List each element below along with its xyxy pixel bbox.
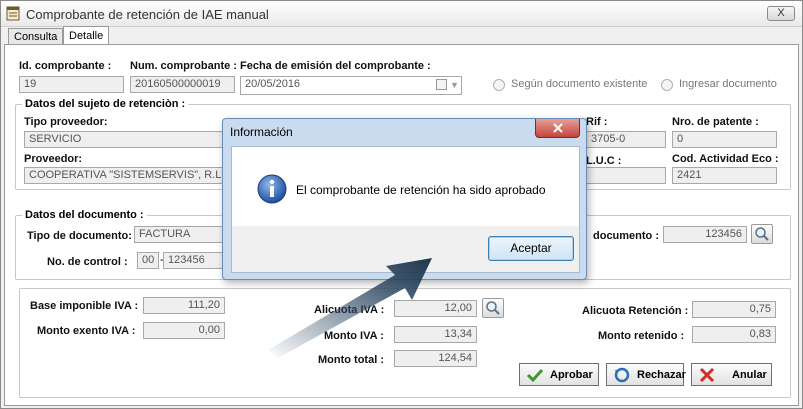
anular-button[interactable]: Anular [691,363,772,386]
alicuota-retencion-field[interactable]: 0,75 [692,301,776,318]
alicuota-field[interactable]: 12,00 [394,300,477,317]
dialog-body: El comprobante de retención ha sido apro… [231,146,580,226]
patente-label: Nro. de patente : [672,116,759,128]
control-prefix-field[interactable]: 00 [137,252,159,269]
form-icon [6,6,20,21]
total-field[interactable]: 124,54 [394,350,477,367]
radio-existente[interactable] [493,79,505,91]
check-icon [526,368,544,383]
rif-field[interactable]: 3705-0 [586,131,666,148]
proveedor-label: Proveedor: [24,153,83,165]
close-icon [699,367,715,383]
calendar-icon[interactable] [436,79,447,90]
base-label: Base imponible IVA : [30,300,139,312]
num-documento-field[interactable]: 123456 [663,226,747,243]
alicuota-retencion-label: Alicuota Retención : [582,305,689,317]
close-icon [553,123,563,133]
title-bar: Comprobante de retención de IAE manual X [1,1,802,27]
window-title: Comprobante de retención de IAE manual [26,7,269,22]
id-label: Id. comprobante : [19,60,112,72]
id-field[interactable]: 19 [19,76,124,93]
search-icon [486,301,500,315]
info-dialog: Información El comprobante de retención … [222,118,587,280]
proveedor-field[interactable]: COOPERATIVA "SISTEMSERVIS", R.L. [24,167,224,184]
num-documento-label: documento : [593,230,659,242]
monto-iva-field[interactable]: 13,34 [394,326,477,343]
radio-existente-label: Según documento existente [511,78,648,90]
luc-field[interactable] [586,167,666,184]
tipo-proveedor-field[interactable]: SERVICIO [24,131,224,148]
dialog-close-button[interactable] [535,119,580,138]
aceptar-button[interactable]: Aceptar [488,236,574,261]
dialog-message: El comprobante de retención ha sido apro… [296,183,546,197]
alicuota-label: Alicuota IVA : [314,304,385,316]
control-label: No. de control : [47,256,128,268]
cod-actividad-label: Cod. Actividad Eco : [672,153,779,165]
rechazar-button[interactable]: Rechazar [606,363,686,386]
tab-detalle[interactable]: Detalle [63,26,110,45]
search-alicuota-button[interactable] [482,298,504,318]
num-field[interactable]: 20160500000019 [130,76,235,93]
tipo-documento-label: Tipo de documento: [27,230,132,242]
total-label: Monto total : [318,354,384,366]
search-icon [755,227,769,241]
retenido-field[interactable]: 0,83 [692,326,776,343]
base-field[interactable]: 111,20 [143,297,225,314]
window-close-button[interactable]: X [767,6,795,21]
chevron-down-icon[interactable]: ▼ [450,80,459,90]
search-documento-button[interactable] [751,224,773,244]
documento-title: Datos del documento : [22,209,147,221]
tipo-proveedor-label: Tipo proveedor: [24,116,108,128]
exento-field[interactable]: 0,00 [143,322,225,339]
aprobar-button[interactable]: Aprobar [519,363,599,386]
control-number-field[interactable]: 123456 [163,252,229,269]
radio-ingresar-label: Ingresar documento [679,78,777,90]
sujeto-title: Datos del sujeto de retenciòn : [22,98,189,110]
exento-label: Monto exento IVA : [37,325,136,337]
undo-icon [614,367,630,383]
rif-label: Rif : [586,116,608,128]
dialog-footer: Aceptar [231,226,580,273]
fecha-label: Fecha de emisión del comprobante : [240,60,431,72]
retenido-label: Monto retenido : [598,330,685,342]
dialog-title: Información [230,125,293,139]
tipo-documento-field[interactable]: FACTURA [134,226,229,243]
luc-label: L.U.C : [586,155,622,167]
num-label: Num. comprobante : [130,60,237,72]
radio-ingresar[interactable] [661,79,673,91]
tab-consulta[interactable]: Consulta [8,28,64,44]
patente-field[interactable]: 0 [672,131,777,148]
info-icon [257,174,287,204]
fecha-field[interactable]: 20/05/2016 [240,76,462,95]
monto-iva-label: Monto IVA : [324,330,384,342]
cod-actividad-field[interactable]: 2421 [672,167,777,184]
